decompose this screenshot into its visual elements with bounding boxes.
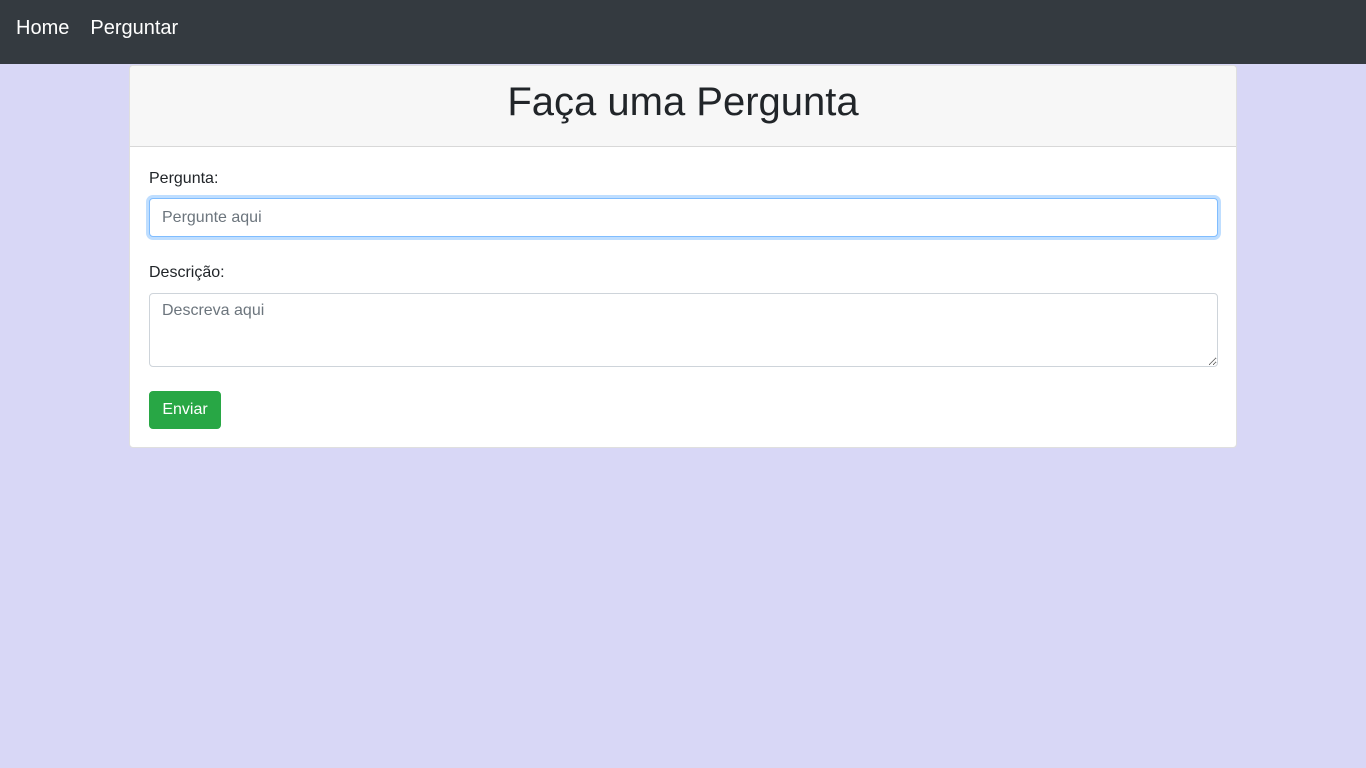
page-title: Faça uma Pergunta [507,80,859,124]
nav-link-home[interactable]: Home [16,18,69,38]
top-navbar: Home Perguntar [0,0,1366,64]
descricao-label: Descrição: [149,264,225,281]
card-header: Faça uma Pergunta [130,66,1236,147]
question-card: Faça uma Pergunta Pergunta: Descrição: E… [129,65,1237,448]
descricao-textarea[interactable] [149,293,1218,367]
pergunta-label: Pergunta: [149,170,219,187]
enviar-button[interactable]: Enviar [149,391,221,429]
nav-link-perguntar[interactable]: Perguntar [90,18,178,38]
pergunta-input[interactable] [149,198,1218,237]
